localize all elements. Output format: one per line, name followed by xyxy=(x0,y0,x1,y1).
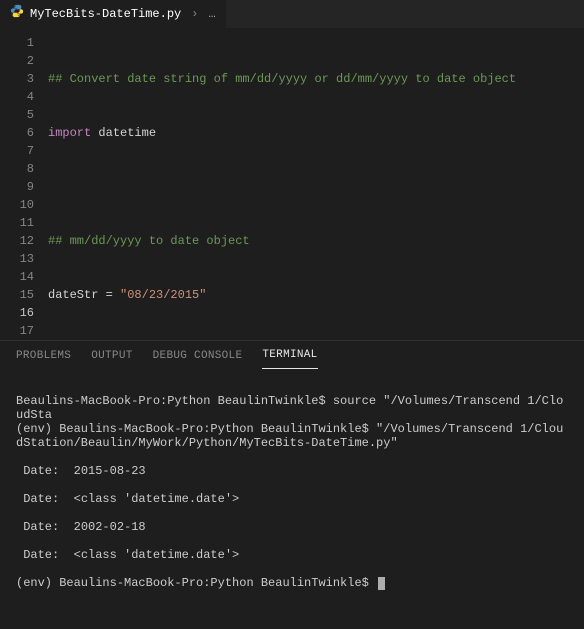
chevron-right-icon: › xyxy=(187,5,202,23)
tab-debug-console[interactable]: DEBUG CONSOLE xyxy=(153,343,243,369)
tab-terminal[interactable]: TERMINAL xyxy=(262,342,317,369)
code-comment: ## mm/dd/yyyy to date object xyxy=(48,234,250,248)
terminal-prompt: (env) Beaulins-MacBook-Pro:Python Beauli… xyxy=(16,576,376,590)
line-number: 1 xyxy=(0,34,34,52)
line-number: 11 xyxy=(0,214,34,232)
terminal-output: Date: 2015-08-23 xyxy=(16,464,568,478)
tab-filename: MyTecBits-DateTime.py xyxy=(30,5,181,23)
line-number: 7 xyxy=(0,142,34,160)
line-number: 2 xyxy=(0,52,34,70)
panel-tab-bar: PROBLEMS OUTPUT DEBUG CONSOLE TERMINAL xyxy=(0,340,584,370)
code-comment: ## Convert date string of mm/dd/yyyy or … xyxy=(48,72,516,86)
code-text: dateStr = xyxy=(48,288,120,302)
python-file-icon xyxy=(10,4,24,24)
line-number: 9 xyxy=(0,178,34,196)
terminal-output: Date: 2002-02-18 xyxy=(16,520,568,534)
line-number: 14 xyxy=(0,268,34,286)
line-number: 16 xyxy=(0,304,34,322)
line-number: 10 xyxy=(0,196,34,214)
code-editor[interactable]: 1234567891011121314151617 ## Convert dat… xyxy=(0,28,584,340)
line-number: 5 xyxy=(0,106,34,124)
terminal-cursor xyxy=(378,577,385,590)
editor-tab[interactable]: MyTecBits-DateTime.py › … xyxy=(0,0,226,28)
line-number: 8 xyxy=(0,160,34,178)
tab-problems[interactable]: PROBLEMS xyxy=(16,343,71,369)
terminal-output: Date: <class 'datetime.date'> xyxy=(16,492,568,506)
terminal-panel[interactable]: Beaulins-MacBook-Pro:Python BeaulinTwink… xyxy=(0,370,584,629)
line-number: 15 xyxy=(0,286,34,304)
line-number: 13 xyxy=(0,250,34,268)
code-area[interactable]: ## Convert date string of mm/dd/yyyy or … xyxy=(48,28,584,340)
line-number: 3 xyxy=(0,70,34,88)
line-number-gutter: 1234567891011121314151617 xyxy=(0,28,48,340)
line-number: 4 xyxy=(0,88,34,106)
tab-output[interactable]: OUTPUT xyxy=(91,343,132,369)
line-number: 12 xyxy=(0,232,34,250)
breadcrumb-more[interactable]: … xyxy=(208,5,215,23)
code-text: datetime xyxy=(91,126,156,140)
editor-tab-bar: MyTecBits-DateTime.py › … xyxy=(0,0,584,28)
terminal-line: Beaulins-MacBook-Pro:Python BeaulinTwink… xyxy=(16,394,568,422)
line-number: 17 xyxy=(0,322,34,340)
code-string: "08/23/2015" xyxy=(120,288,206,302)
line-number: 6 xyxy=(0,124,34,142)
code-keyword: import xyxy=(48,126,91,140)
terminal-output: Date: <class 'datetime.date'> xyxy=(16,548,568,562)
terminal-line: (env) Beaulins-MacBook-Pro:Python Beauli… xyxy=(16,422,568,450)
